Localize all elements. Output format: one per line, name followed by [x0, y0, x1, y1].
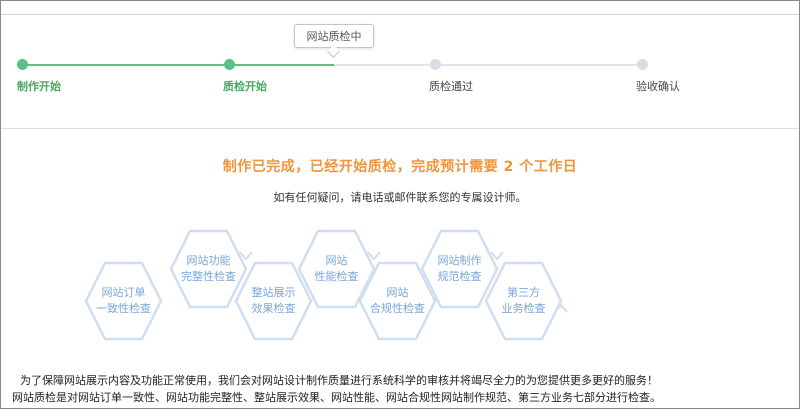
flow-arrow-up-icon	[554, 303, 568, 313]
step-dot-4	[637, 59, 648, 70]
flow-label-line2: 业务检查	[502, 301, 546, 315]
status-title: 制作已完成，已经开始质检，完成预计需要 2 个工作日	[222, 159, 578, 175]
inspection-flow-diagram: 网站订单 一致性检查 网站功能 完整性检查 整站展示 效果检查 网站 性能检查 …	[84, 229, 568, 341]
flow-step-display-effect: 整站展示 效果检查	[234, 261, 313, 341]
flow-label-line2: 效果检查	[252, 301, 296, 315]
flow-label-line1: 网站	[326, 253, 348, 267]
progress-track-pending	[334, 64, 642, 66]
flow-label-line2: 合规性检查	[370, 301, 425, 315]
flow-step-third-party: 第三方 业务检查	[484, 261, 563, 341]
hexagon-shape	[169, 229, 248, 309]
flow-label-line2: 规范检查	[438, 269, 482, 283]
step-label-3: 质检通过	[429, 80, 473, 93]
flow-label-line1: 网站订单	[102, 285, 146, 299]
flow-step-function-completeness: 网站功能 完整性检查	[169, 229, 248, 309]
step-dot-2	[224, 59, 235, 70]
step-dot-1	[17, 59, 28, 70]
step-dot-3	[430, 59, 441, 70]
flow-label-line1: 整站展示	[252, 285, 296, 299]
footer-note-2: 网站质检是对网站订单一致性、网站功能完整性、整站展示效果、网站性能、网站合规性网…	[12, 391, 661, 404]
flow-label-line2: 性能检查	[315, 269, 359, 283]
footer-note-1: 为了保障网站展示内容及功能正常使用，我们会对网站设计制作质量进行系统科学的审核并…	[20, 374, 658, 387]
progress-track-complete	[22, 64, 334, 66]
flow-step-order-consistency: 网站订单 一致性检查	[84, 261, 163, 341]
top-divider	[1, 14, 799, 15]
flow-label-line1: 网站	[387, 285, 409, 299]
step-label-1: 制作开始	[17, 80, 61, 93]
hexagon-shape	[84, 261, 163, 341]
step-label-4: 验收确认	[636, 80, 680, 93]
status-subtitle: 如有任何疑问，请电话或邮件联系您的专属设计师。	[273, 191, 527, 204]
section-divider	[1, 128, 799, 129]
flow-label-line1: 第三方	[507, 285, 540, 299]
flow-label-line2: 一致性检查	[96, 301, 151, 315]
flow-label-line1: 网站制作	[438, 253, 482, 267]
current-step-tooltip: 网站质检中	[294, 24, 374, 48]
step-label-2: 质检开始	[223, 80, 267, 93]
hexagon-shape	[234, 261, 313, 341]
hexagon-shape	[484, 261, 563, 341]
flow-label-line1: 网站功能	[187, 253, 231, 267]
flow-label-line2: 完整性检查	[181, 269, 236, 283]
